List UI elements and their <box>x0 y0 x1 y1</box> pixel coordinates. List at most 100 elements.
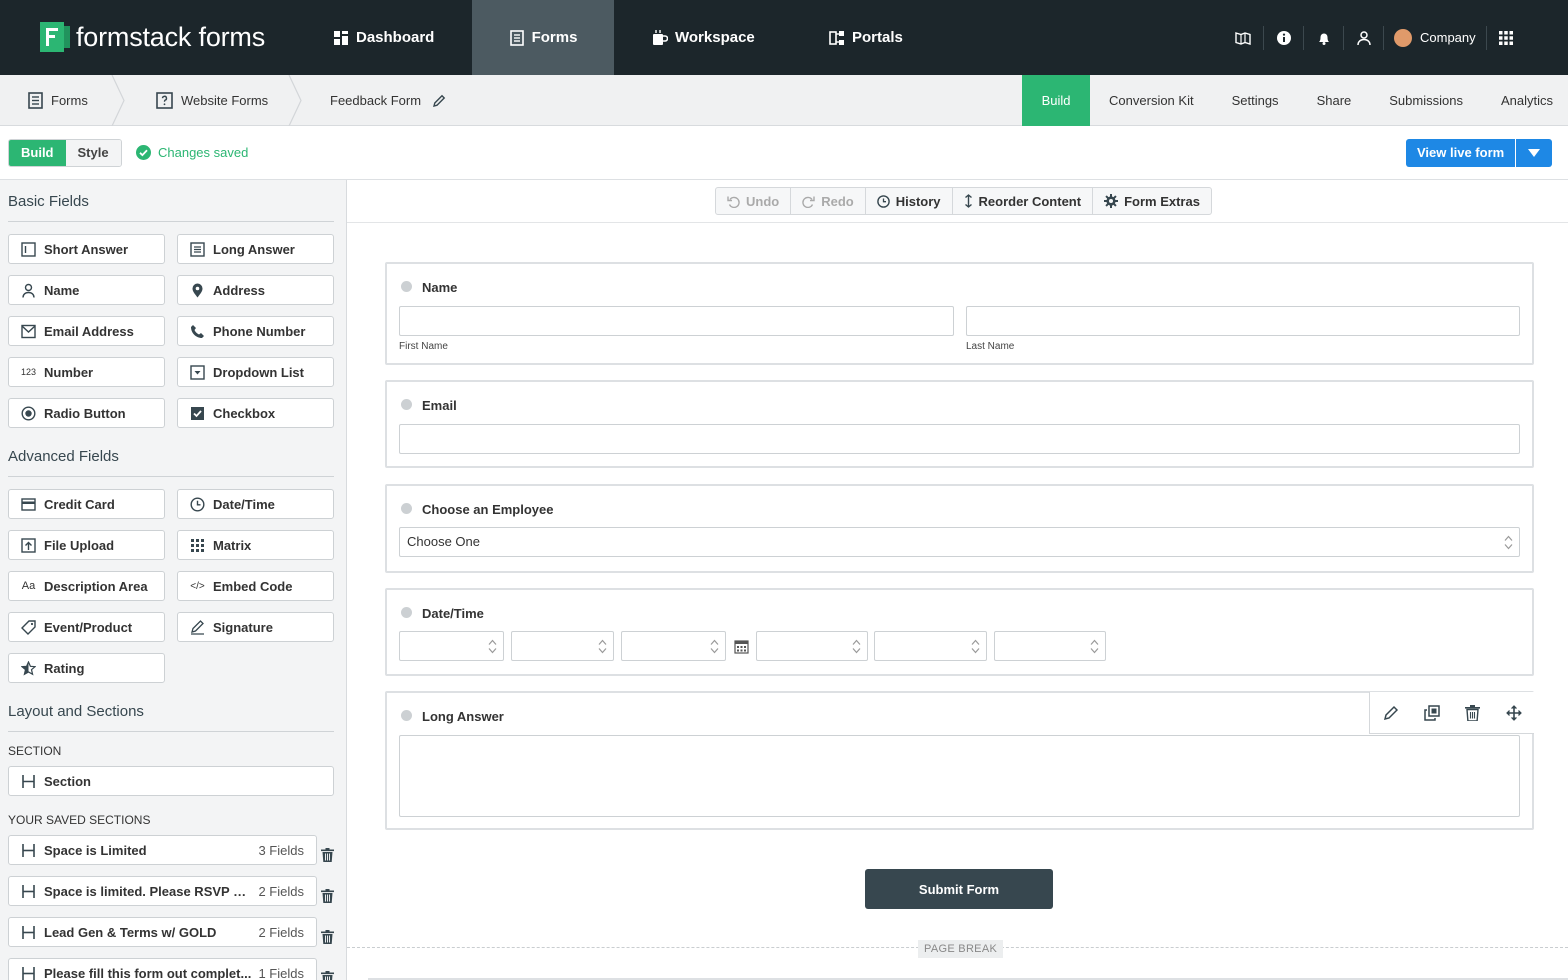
field-section[interactable]: Section <box>8 766 334 796</box>
build-mode-button[interactable]: Build <box>9 140 66 166</box>
saved-section-item[interactable]: Space is limited. Please RSVP by... 2 Fi… <box>8 876 317 906</box>
notifications-button[interactable] <box>1303 26 1343 50</box>
section-icon <box>21 884 36 899</box>
company-menu[interactable]: Company <box>1383 26 1486 50</box>
submit-form-button[interactable]: Submit Form <box>865 869 1053 909</box>
email-input[interactable] <box>399 424 1520 454</box>
field-dropdown-list[interactable]: Dropdown List <box>177 357 334 387</box>
edit-field-button[interactable] <box>1370 692 1411 733</box>
saved-section-count: 3 Fields <box>258 843 304 858</box>
trash-icon[interactable] <box>321 930 334 944</box>
breadcrumb-label: Website Forms <box>181 93 268 108</box>
year-select[interactable] <box>621 631 726 661</box>
formstack-logo-icon <box>40 22 70 52</box>
breadcrumb-feedback-form[interactable]: Feedback Form <box>330 75 446 126</box>
trash-icon[interactable] <box>321 848 334 862</box>
saved-section-count: 2 Fields <box>258 925 304 940</box>
field-phone-number[interactable]: Phone Number <box>177 316 334 346</box>
view-live-dropdown-button[interactable] <box>1515 139 1552 167</box>
field-file-upload[interactable]: File Upload <box>8 530 165 560</box>
nav-label: Workspace <box>675 29 755 46</box>
form-field-choose-employee[interactable]: Choose an Employee Choose One <box>385 484 1534 573</box>
credit-card-icon <box>21 497 36 512</box>
field-signature[interactable]: Signature <box>177 612 334 642</box>
breadcrumb-separator-icon <box>287 75 303 126</box>
field-name[interactable]: Name <box>8 275 165 305</box>
tab-build[interactable]: Build <box>1022 75 1090 126</box>
field-date-time[interactable]: Date/Time <box>177 489 334 519</box>
tab-settings[interactable]: Settings <box>1213 75 1298 126</box>
field-credit-card[interactable]: Credit Card <box>8 489 165 519</box>
field-number[interactable]: 123 Number <box>8 357 165 387</box>
field-label: Address <box>213 283 265 298</box>
undo-button[interactable]: Undo <box>716 188 790 214</box>
info-button[interactable] <box>1263 26 1303 50</box>
nav-forms[interactable]: Forms <box>472 0 614 75</box>
delete-field-button[interactable] <box>1452 692 1493 733</box>
history-button[interactable]: History <box>865 188 952 214</box>
field-short-answer[interactable]: Short Answer <box>8 234 165 264</box>
field-event-product[interactable]: Event/Product <box>8 612 165 642</box>
first-name-input[interactable] <box>399 306 954 336</box>
dashboard-icon <box>333 30 349 46</box>
field-description-area[interactable]: Aa Description Area <box>8 571 165 601</box>
day-select[interactable] <box>511 631 614 661</box>
trash-icon[interactable] <box>321 889 334 903</box>
nav-portals[interactable]: Portals <box>829 0 903 75</box>
info-icon <box>1276 30 1292 46</box>
field-checkbox[interactable]: Checkbox <box>177 398 334 428</box>
profile-button[interactable] <box>1343 26 1383 50</box>
redo-button[interactable]: Redo <box>790 188 865 214</box>
formstack-logo[interactable]: formstack forms <box>40 22 265 52</box>
last-name-input[interactable] <box>966 306 1520 336</box>
field-handle-icon <box>401 710 412 721</box>
field-embed-code[interactable]: </> Embed Code <box>177 571 334 601</box>
field-actions <box>1369 692 1534 734</box>
page-break-label[interactable]: PAGE BREAK <box>918 940 1003 958</box>
tab-analytics[interactable]: Analytics <box>1482 75 1568 126</box>
form-field-date-time[interactable]: Date/Time <box>385 588 1534 676</box>
ampm-select[interactable] <box>994 631 1106 661</box>
month-select[interactable] <box>399 631 504 661</box>
calendar-icon[interactable] <box>734 639 749 654</box>
move-field-button[interactable] <box>1493 692 1534 733</box>
saved-section-item[interactable]: Please fill this form out complet... 1 F… <box>8 958 317 980</box>
field-address[interactable]: Address <box>177 275 334 305</box>
long-answer-textarea[interactable] <box>399 735 1520 817</box>
minute-select[interactable] <box>874 631 987 661</box>
saved-section-item[interactable]: Space is Limited 3 Fields <box>8 835 317 865</box>
forms-icon <box>509 30 525 46</box>
field-matrix[interactable]: Matrix <box>177 530 334 560</box>
employee-select[interactable]: Choose One <box>399 527 1520 557</box>
field-email-address[interactable]: Email Address <box>8 316 165 346</box>
form-field-email[interactable]: Email <box>385 380 1534 468</box>
form-field-name[interactable]: Name First Name Last Name <box>385 262 1534 365</box>
hour-select[interactable] <box>756 631 868 661</box>
field-rating[interactable]: Rating <box>8 653 165 683</box>
view-live-form-button[interactable]: View live form <box>1406 139 1515 167</box>
form-field-long-answer[interactable]: Long Answer <box>385 691 1534 830</box>
style-mode-button[interactable]: Style <box>66 140 121 166</box>
reorder-content-button[interactable]: Reorder Content <box>952 188 1093 214</box>
trash-icon <box>1465 705 1480 721</box>
nav-workspace[interactable]: Workspace <box>652 0 755 75</box>
breadcrumb-website-forms[interactable]: Website Forms <box>156 75 268 126</box>
field-label: Matrix <box>213 538 251 553</box>
short-answer-icon <box>21 242 36 257</box>
apps-grid-button[interactable] <box>1486 26 1526 50</box>
field-long-answer[interactable]: Long Answer <box>177 234 334 264</box>
envelope-icon <box>21 324 36 339</box>
breadcrumb-forms[interactable]: Forms <box>28 75 88 126</box>
saved-section-item[interactable]: Lead Gen & Terms w/ GOLD 2 Fields <box>8 917 317 947</box>
form-extras-button[interactable]: Form Extras <box>1092 188 1211 214</box>
tab-share[interactable]: Share <box>1298 75 1371 126</box>
pencil-icon[interactable] <box>432 94 446 108</box>
nav-dashboard[interactable]: Dashboard <box>333 0 434 75</box>
tab-submissions[interactable]: Submissions <box>1370 75 1482 126</box>
tab-conversion-kit[interactable]: Conversion Kit <box>1090 75 1213 126</box>
trash-icon[interactable] <box>321 971 334 980</box>
duplicate-field-button[interactable] <box>1411 692 1452 733</box>
saved-section-name: Please fill this form out complet... <box>44 966 252 980</box>
help-book-button[interactable] <box>1223 26 1263 50</box>
field-radio-button[interactable]: Radio Button <box>8 398 165 428</box>
